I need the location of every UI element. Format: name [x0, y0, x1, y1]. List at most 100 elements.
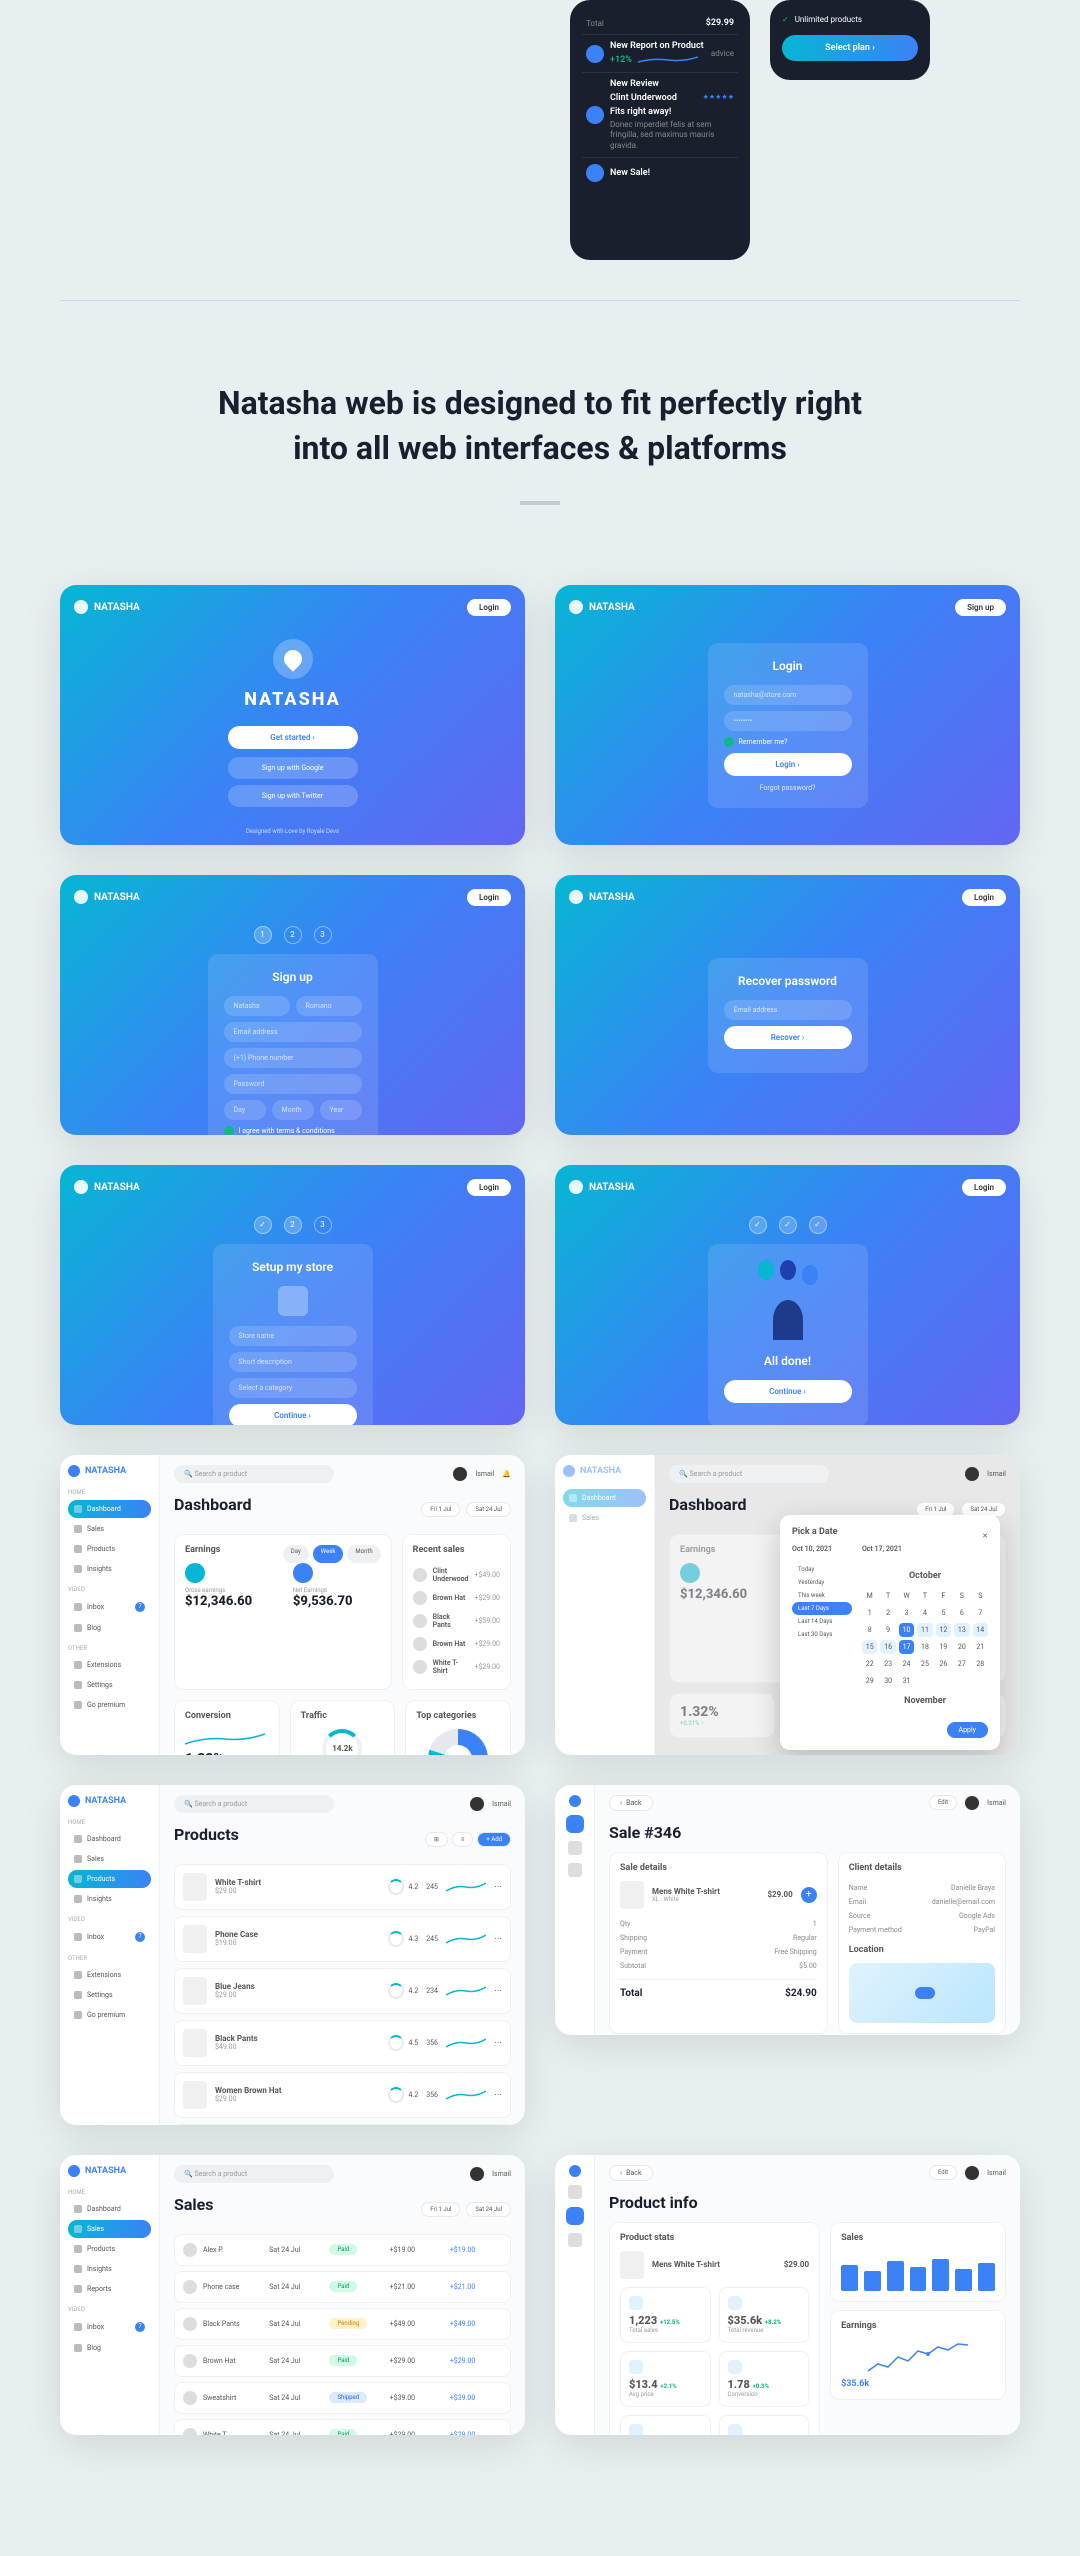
sidebar-item-products[interactable]: Products	[68, 2240, 151, 2258]
search-input[interactable]: 🔍 Search a product	[669, 1465, 829, 1483]
day[interactable]: 16	[880, 1640, 895, 1654]
nav-icon[interactable]	[566, 1815, 584, 1833]
product-row[interactable]: White T-shirt$29.004.2245⋯	[174, 1864, 511, 1910]
nav-icon[interactable]	[568, 1841, 582, 1855]
apply-button[interactable]: Apply	[947, 1722, 988, 1738]
quick-yesterday[interactable]: Yesterday	[792, 1576, 852, 1589]
more-icon[interactable]: ⋯	[494, 1934, 502, 1943]
quick-14days[interactable]: Last 14 Days	[792, 1615, 852, 1628]
back-button[interactable]: ‹ Back	[609, 2165, 653, 2181]
search-input[interactable]: 🔍 Search a product	[174, 1795, 334, 1813]
day-selected[interactable]: 17	[899, 1640, 914, 1654]
checkbox-icon[interactable]	[724, 737, 734, 747]
sidebar-item-dashboard[interactable]: Dashboard	[563, 1489, 646, 1507]
edit-button[interactable]: Edit	[929, 1795, 957, 1810]
avatar[interactable]	[965, 1467, 979, 1481]
checkbox-icon[interactable]	[224, 1126, 234, 1135]
sidebar-item-dashboard[interactable]: Dashboard	[68, 1830, 151, 1848]
year-select[interactable]: Year	[320, 1100, 362, 1120]
sales-row[interactable]: Black PantsSat 24 JulPending+$49.00+$49.…	[174, 2308, 511, 2340]
day[interactable]: 1	[862, 1606, 877, 1620]
day[interactable]: 6	[954, 1606, 969, 1620]
day[interactable]: 21	[973, 1640, 988, 1654]
storename-input[interactable]: Store name	[229, 1326, 357, 1346]
sort-button[interactable]: ≡	[452, 1832, 474, 1847]
sidebar-item-sales[interactable]: Sales	[68, 1850, 151, 1868]
nav-icon[interactable]	[568, 2233, 582, 2247]
sale-item[interactable]: White T-Shirt+$29.00	[413, 1655, 500, 1679]
sidebar-item-inbox[interactable]: Inbox7	[68, 1597, 151, 1617]
product-row[interactable]: Blue Jeans$29.004.2234⋯	[174, 1968, 511, 2014]
day[interactable]: 5	[936, 1606, 951, 1620]
sidebar-item-inbox[interactable]: Inbox7	[68, 1927, 151, 1947]
sidebar-item-insights[interactable]: Insights	[68, 1560, 151, 1578]
search-input[interactable]: 🔍 Search a product	[174, 2165, 334, 2183]
nav-icon[interactable]	[566, 2207, 584, 2225]
back-button[interactable]: ‹ Back	[609, 1795, 653, 1811]
product-row[interactable]: Black Pants$49.004.5356⋯	[174, 2020, 511, 2066]
category-select[interactable]: Select a category	[229, 1378, 357, 1398]
day[interactable]: 4	[917, 1606, 932, 1620]
day[interactable]: 11	[917, 1623, 932, 1637]
day-select[interactable]: Day	[224, 1100, 266, 1120]
google-signup-button[interactable]: Sign up with Google	[228, 757, 358, 779]
day[interactable]: 3	[899, 1606, 914, 1620]
email-input[interactable]: Email address	[724, 1000, 852, 1020]
signup-button[interactable]: Sign up	[955, 599, 1006, 616]
day[interactable]: 8	[862, 1623, 877, 1637]
toggle-week[interactable]: Week	[313, 1545, 344, 1563]
quick-7days[interactable]: Last 7 Days	[792, 1602, 852, 1615]
sales-row[interactable]: Phone caseSat 24 JulPaid+$21.00+$21.00	[174, 2271, 511, 2303]
product-row[interactable]: Gray Sweatshirt$39.004.4245⋯	[174, 2124, 511, 2125]
search-input[interactable]: 🔍 Search a product	[174, 1465, 334, 1483]
day[interactable]: 2	[880, 1606, 895, 1620]
login-button[interactable]: Login	[467, 1179, 511, 1196]
login-button[interactable]: Login	[467, 599, 511, 616]
quick-30days[interactable]: Last 30 Days	[792, 1628, 852, 1641]
twitter-signup-button[interactable]: Sign up with Twitter	[228, 785, 358, 807]
sidebar-item-insights[interactable]: Insights	[68, 2260, 151, 2278]
sidebar-item-sales[interactable]: Sales	[68, 2220, 151, 2238]
bell-icon[interactable]: 🔔	[502, 1470, 511, 1478]
quick-today[interactable]: Today	[792, 1563, 852, 1576]
sales-row[interactable]: White TSat 24 JulPaid+$29.00+$29.00	[174, 2419, 511, 2435]
day[interactable]: 13	[954, 1623, 969, 1637]
avatar[interactable]	[965, 1796, 979, 1810]
sidebar-item-products[interactable]: Products	[68, 1540, 151, 1558]
more-icon[interactable]: ⋯	[494, 2038, 502, 2047]
day[interactable]: 31	[899, 1674, 914, 1688]
password-input[interactable]: Password	[224, 1074, 362, 1094]
day[interactable]: 24	[899, 1657, 914, 1671]
date-to[interactable]: Sat 24 Jul	[466, 2202, 511, 2217]
more-icon[interactable]: ⋯	[494, 1986, 502, 1995]
quick-thisweek[interactable]: This week	[792, 1589, 852, 1602]
sidebar-item[interactable]: Reports	[68, 2280, 151, 2298]
sidebar-item-extensions[interactable]: Extensions	[68, 1656, 151, 1674]
day[interactable]: 15	[862, 1640, 877, 1654]
avatar[interactable]	[453, 1467, 467, 1481]
get-started-button[interactable]: Get started ›	[228, 726, 358, 749]
more-icon[interactable]: ⋯	[494, 2090, 502, 2099]
edit-button[interactable]: Edit	[929, 2165, 957, 2180]
location-map[interactable]	[849, 1963, 995, 2023]
filter-button[interactable]: ⊞	[425, 1832, 448, 1847]
sidebar-item-settings[interactable]: Settings	[68, 1986, 151, 2004]
date-from[interactable]: Fri 1 Jul	[421, 1502, 460, 1517]
day[interactable]: 7	[973, 1606, 988, 1620]
day[interactable]: 12	[936, 1623, 951, 1637]
sales-row[interactable]: Alex P.Sat 24 JulPaid+$19.00+$19.00	[174, 2234, 511, 2266]
sidebar-item-dashboard[interactable]: Dashboard	[68, 1500, 151, 1518]
login-button[interactable]: Login	[962, 1179, 1006, 1196]
continue-button[interactable]: Continue ›	[724, 1380, 852, 1403]
sales-row[interactable]: Brown HatSat 24 JulPaid+$29.00+$29.00	[174, 2345, 511, 2377]
day[interactable]: 9	[880, 1623, 895, 1637]
day-selected[interactable]: 10	[899, 1623, 914, 1637]
phone-input[interactable]: (+1) Phone number	[224, 1048, 362, 1068]
product-row[interactable]: Phone Case$19.004.3245⋯	[174, 1916, 511, 1962]
lastname-input[interactable]: Romano	[296, 996, 362, 1016]
sidebar-item-sales[interactable]: Sales	[68, 1520, 151, 1538]
add-icon[interactable]: +	[801, 1887, 817, 1903]
continue-button[interactable]: Continue ›	[229, 1404, 357, 1425]
day[interactable]: 18	[917, 1640, 932, 1654]
sale-item[interactable]: Brown Hat+$29.00	[413, 1633, 500, 1655]
